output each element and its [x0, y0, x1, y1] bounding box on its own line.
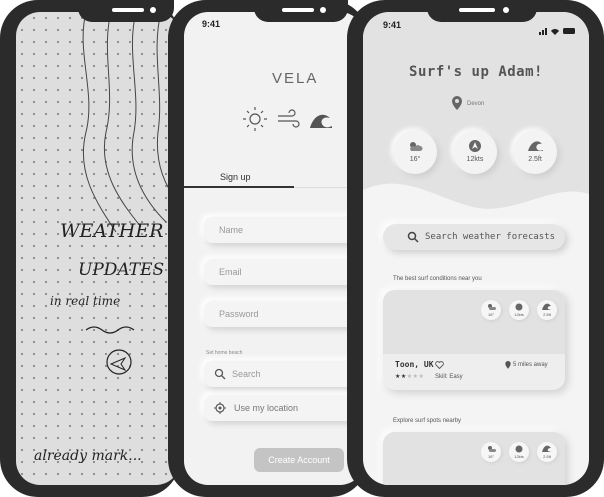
- tab-bar: Sign up: [184, 172, 364, 188]
- use-location-button[interactable]: Use my location: [204, 395, 364, 421]
- sun-cloud-icon: [488, 304, 496, 310]
- wind-stat[interactable]: 12kts: [453, 130, 497, 174]
- location-target-icon: [214, 402, 226, 414]
- side-button: [600, 110, 604, 152]
- password-placeholder: Password: [219, 309, 259, 319]
- speaker: [112, 8, 144, 12]
- sketch-screen: WEATHER UPDATES in real time already mar…: [16, 12, 180, 485]
- wind-value: 12kts: [466, 156, 484, 163]
- sketch-text-updates: UPDATES: [78, 260, 165, 280]
- temperature-stat[interactable]: 16°: [393, 130, 437, 174]
- email-field[interactable]: Email: [204, 259, 364, 285]
- wind-compass-icon: [515, 303, 523, 311]
- wave-value: 2.5ft: [528, 156, 542, 163]
- card-wind: 12kts: [509, 300, 529, 320]
- search-icon: [214, 368, 226, 380]
- card-distance: 5 miles away: [513, 362, 548, 368]
- card-title: Toon, UK: [395, 360, 434, 369]
- sun-icon: [243, 107, 267, 131]
- camera: [150, 7, 156, 13]
- status-icons: [539, 22, 577, 35]
- card-temperature-value: 16°: [487, 454, 495, 459]
- card-temperature: 16°: [481, 442, 501, 462]
- sketch-text-weather: WEATHER: [60, 220, 164, 242]
- search-icon: [407, 231, 419, 243]
- distance-pin-icon: [505, 361, 511, 369]
- card-wave-value: 2.5ft: [543, 312, 551, 317]
- speaker: [282, 8, 314, 12]
- create-account-button[interactable]: Create Account: [254, 448, 344, 472]
- nearby-spot-card[interactable]: 16° 12kts 2.5ft: [383, 432, 565, 485]
- wave-stat[interactable]: 2.5ft: [513, 130, 557, 174]
- forecast-search-placeholder: Search weather forecasts: [425, 232, 556, 242]
- signup-screen: 9:41 VELA Sign up Name Email Password Se…: [184, 12, 364, 485]
- sketch-text-footer: already mark...: [34, 448, 142, 464]
- email-placeholder: Email: [219, 267, 242, 277]
- status-time: 9:41: [383, 20, 402, 30]
- wind-compass-icon: [469, 140, 481, 152]
- name-placeholder: Name: [219, 225, 244, 235]
- wave-icon: [542, 445, 551, 452]
- card-temperature: 16°: [481, 300, 501, 320]
- camera: [503, 7, 509, 13]
- card-wind-value: 12kts: [514, 312, 524, 317]
- wave-icon: [542, 303, 551, 310]
- favorite-heart-icon[interactable]: [435, 361, 444, 369]
- card-skill: Skill: Easy: [435, 374, 463, 380]
- notch: [254, 0, 348, 22]
- forecast-search[interactable]: Search weather forecasts: [383, 224, 565, 250]
- tab-signup[interactable]: Sign up: [220, 172, 251, 182]
- sketch-text-realtime: in real time: [50, 294, 121, 308]
- use-location-label: Use my location: [234, 403, 299, 413]
- card-wave-value: 2.5ft: [543, 454, 551, 459]
- sun-cloud-icon: [410, 142, 423, 151]
- sun-cloud-icon: [488, 446, 496, 452]
- location-text: Devon: [467, 101, 485, 107]
- phone-sketch: WEATHER UPDATES in real time already mar…: [0, 0, 180, 497]
- card-temperature-value: 16°: [487, 312, 495, 317]
- brand-icons: [243, 107, 332, 131]
- card-wind: 12kts: [509, 442, 529, 462]
- card-wave: 2.5ft: [537, 300, 557, 320]
- card-rating: ★★★★★: [395, 374, 425, 380]
- card-wave: 2.5ft: [537, 442, 557, 462]
- wind-compass-icon: [515, 445, 523, 453]
- wave-icon: [310, 114, 332, 128]
- temperature-value: 16°: [409, 156, 421, 163]
- camera: [320, 7, 326, 13]
- home-beach-label: Set home beach: [206, 350, 243, 356]
- beach-search-placeholder: Search: [232, 369, 261, 379]
- status-time: 9:41: [202, 19, 221, 29]
- explore-label: Explore surf spots nearby: [393, 418, 462, 424]
- phone-home: 9:41 Surf's up Adam! Devon 16° 12kts 2.5…: [347, 0, 604, 497]
- notch: [427, 0, 537, 22]
- wave-icon: [528, 141, 543, 151]
- password-field[interactable]: Password: [204, 301, 364, 327]
- surf-spot-card[interactable]: 16° 12kts 2.5ft Toon, UK 5 miles away ★★…: [383, 290, 565, 390]
- name-field[interactable]: Name: [204, 217, 364, 243]
- wind-icon: [278, 109, 300, 128]
- signal-wifi-battery-icon: [539, 28, 575, 35]
- greeting: Surf's up Adam!: [409, 64, 543, 80]
- beach-search-field[interactable]: Search: [204, 361, 364, 387]
- speaker: [459, 8, 495, 12]
- side-button: [0, 60, 2, 84]
- phone-signup: 9:41 VELA Sign up Name Email Password Se…: [168, 0, 368, 497]
- card-wind-value: 12kts: [514, 454, 524, 459]
- brand-title: VELA: [272, 70, 319, 87]
- map-pin-icon: [452, 96, 462, 110]
- card-image-area: [383, 290, 565, 354]
- sketch-contour-lines: [82, 12, 180, 375]
- tab-indicator: [184, 186, 294, 188]
- best-conditions-label: The best surf conditions near you: [393, 276, 482, 282]
- home-screen: 9:41 Surf's up Adam! Devon 16° 12kts 2.5…: [363, 12, 589, 485]
- header-background: [363, 12, 589, 209]
- notch: [78, 0, 174, 22]
